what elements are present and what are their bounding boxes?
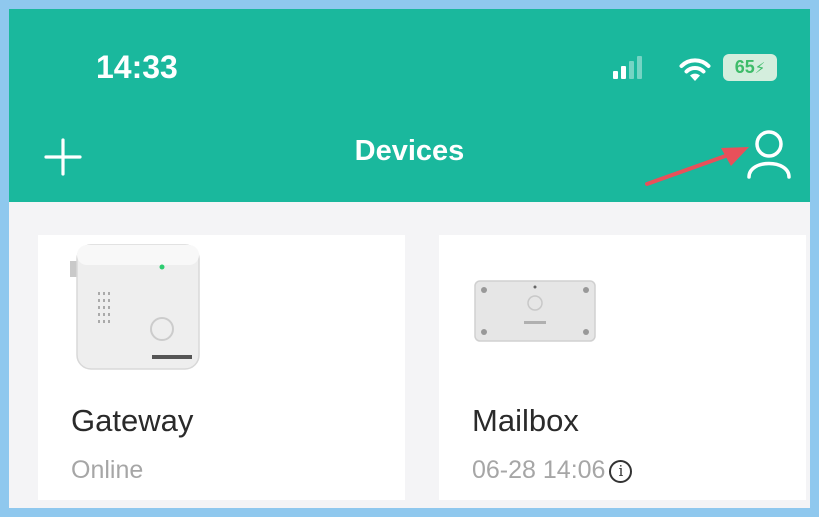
status-time: 14:33	[96, 49, 178, 85]
battery-level: 65	[734, 57, 755, 77]
gateway-device-image	[70, 244, 200, 370]
mailbox-sensor-image	[474, 280, 596, 342]
header-bar: 14:33 65⚡ Devices	[9, 9, 810, 202]
user-profile-button[interactable]	[744, 127, 794, 183]
battery-indicator: 65⚡	[723, 54, 777, 81]
device-name: Mailbox	[472, 403, 579, 438]
wifi-icon	[679, 58, 711, 81]
device-status: 06-28 14:06 i	[472, 456, 633, 485]
lightning-icon: ⚡	[754, 60, 766, 77]
app-screen: 14:33 65⚡ Devices Gateway Online Mailbox…	[9, 9, 810, 508]
last-update-time: 06-28 14:06	[472, 456, 606, 484]
signal-bars-icon	[613, 53, 655, 83]
device-status: Online	[71, 456, 144, 484]
info-icon[interactable]: i	[609, 460, 633, 483]
device-card-gateway[interactable]: Gateway Online	[38, 235, 405, 500]
device-card-mailbox[interactable]: Mailbox 06-28 14:06 i	[439, 235, 806, 500]
annotation-arrow-icon	[645, 147, 749, 186]
device-name: Gateway	[71, 403, 194, 438]
